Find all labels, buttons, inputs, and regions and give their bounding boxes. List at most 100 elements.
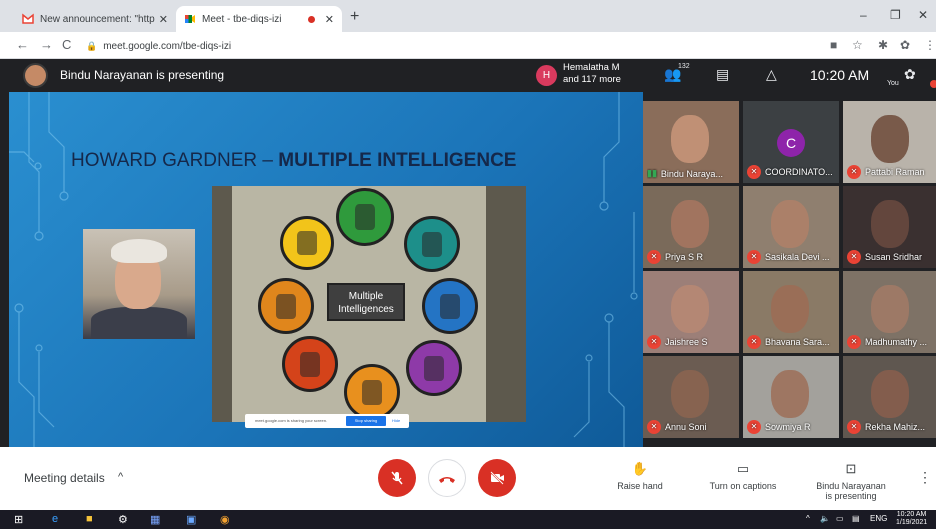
participant-tile[interactable]: ✕ Susan Sridhar xyxy=(843,186,936,268)
tab-close-icon[interactable]: ✕ xyxy=(159,13,168,26)
forward-button[interactable]: → xyxy=(40,37,53,52)
presenting-label-status: is presenting xyxy=(825,491,877,501)
photo-suit xyxy=(91,307,187,339)
captions-icon: ▭ xyxy=(736,461,750,476)
bookmark-star-icon[interactable]: ☆ xyxy=(852,38,863,52)
intelligences-diagram: Multiple Intelligences xyxy=(212,186,526,422)
extensions-icon[interactable]: ✱ xyxy=(878,38,888,52)
participant-tile[interactable]: ✕ Sasikala Devi ... xyxy=(743,186,839,268)
camera-indicator-icon[interactable]: ■ xyxy=(830,38,837,52)
participant-name: COORDINATO... xyxy=(765,167,833,177)
participant-tile[interactable]: ✕ Madhumathy ... xyxy=(843,271,936,353)
participant-name: Annu Soni xyxy=(665,422,707,432)
restore-button[interactable]: ❐ xyxy=(890,8,901,22)
gmail-icon xyxy=(22,13,34,24)
participant-tile[interactable]: ✕ Pattabi Raman xyxy=(843,101,936,183)
present-screen-icon: ⊡ xyxy=(845,461,857,476)
participant-video xyxy=(871,285,909,333)
reload-button[interactable]: C xyxy=(62,37,71,52)
participant-tile[interactable]: ✕ Jaishree S xyxy=(643,271,739,353)
volume-icon[interactable]: 🔈 xyxy=(820,514,830,523)
hide-banner-link[interactable]: Hide xyxy=(392,418,400,423)
tab-close-icon[interactable]: ✕ xyxy=(325,13,334,26)
participant-tile[interactable]: ✕ Bhavana Sara... xyxy=(743,271,839,353)
mic-off-icon xyxy=(391,471,403,485)
participant-tile[interactable]: ✕ Rekha Mahiz... xyxy=(843,356,936,438)
participant-count: 132 xyxy=(678,63,690,70)
slide-title: HOWARD GARDNER – MULTIPLE INTELLIGENCE xyxy=(71,150,516,172)
minimize-button[interactable]: – xyxy=(860,8,867,22)
lock-icon: 🔒 xyxy=(86,40,98,51)
participant-label: ✕ COORDINATO... xyxy=(747,165,839,179)
participant-label: ✕ Bhavana Sara... xyxy=(747,335,839,349)
tray-chevron-icon[interactable]: ^ xyxy=(806,514,810,523)
recording-indicator-icon xyxy=(307,15,315,23)
camera-off-button[interactable] xyxy=(478,459,516,497)
participant-video xyxy=(671,370,709,418)
notifications-icon[interactable]: ▤ xyxy=(852,514,860,523)
windows-taskbar: ⊞ e ■ ⚙ ▦ ▣ ◉ ^ 🔈 ▭ ▤ ENG 10:20 AM 1/19/… xyxy=(0,510,936,529)
browser-menu-icon[interactable]: ⋮ xyxy=(924,38,936,52)
mic-muted-icon: ✕ xyxy=(647,335,661,349)
windows-start-icon[interactable]: ⊞ xyxy=(14,513,23,526)
chevron-up-icon[interactable]: ^ xyxy=(118,471,123,483)
self-view-icon[interactable]: ✿ xyxy=(904,66,916,83)
multiple-intelligences-label: Multiple Intelligences xyxy=(327,283,405,321)
activities-icon[interactable]: △ xyxy=(766,66,777,83)
leave-call-button[interactable] xyxy=(428,459,466,497)
tab-classroom-announcement[interactable]: New announcement: "http://mee ✕ xyxy=(14,6,176,32)
badge-figure xyxy=(354,204,376,230)
participant-name: Sasikala Devi ... xyxy=(765,252,830,262)
participant-tile[interactable]: ▮▮ Bindu Naraya... xyxy=(643,101,739,183)
mic-muted-icon: ✕ xyxy=(747,250,761,264)
participant-tile[interactable]: ✕ Annu Soni xyxy=(643,356,739,438)
musical-badge xyxy=(406,340,462,396)
url-text: meet.google.com/tbe-diqs-izi xyxy=(103,40,232,52)
app-icon[interactable]: ▦ xyxy=(150,513,160,526)
participant-tile[interactable]: ✕ Priya S R xyxy=(643,186,739,268)
chrome-icon[interactable]: ◉ xyxy=(220,513,230,526)
url-field[interactable]: 🔒 meet.google.com/tbe-diqs-izi xyxy=(86,37,231,55)
participant-name: Sowmiya R xyxy=(765,422,811,432)
tab-meet[interactable]: Meet - tbe-diqs-izi ✕ xyxy=(176,6,342,32)
participant-label: ✕ Pattabi Raman xyxy=(847,165,936,179)
mic-muted-icon: ✕ xyxy=(747,420,761,434)
bodily-kinesthetic-badge xyxy=(336,188,394,246)
participant-tile[interactable]: ✕ Sowmiya R xyxy=(743,356,839,438)
more-options-button[interactable]: ⋮ xyxy=(918,469,932,486)
meeting-details-button[interactable]: Meeting details xyxy=(24,471,105,485)
profile-icon[interactable]: ✿ xyxy=(900,38,910,52)
participant-video xyxy=(671,115,709,163)
screen-share-banner: meet.google.com is sharing your screen. … xyxy=(245,414,409,428)
intelligences-diagram-inner: Multiple Intelligences xyxy=(232,186,486,422)
participant-name: Jaishree S xyxy=(665,337,708,347)
notification-dot xyxy=(930,80,936,88)
participant-label: ✕ Jaishree S xyxy=(647,335,739,349)
presenting-button[interactable]: ⊡ Bindu Narayanan is presenting xyxy=(806,461,896,501)
file-explorer-icon[interactable]: ■ xyxy=(86,513,93,525)
close-window-button[interactable]: ✕ xyxy=(918,8,928,22)
stop-sharing-button[interactable]: Stop sharing xyxy=(346,416,386,426)
system-clock[interactable]: 10:20 AM 1/19/2021 xyxy=(896,511,927,527)
microphone-off-button[interactable] xyxy=(378,459,416,497)
participant-name: Rekha Mahiz... xyxy=(865,422,926,432)
participant-video xyxy=(871,115,909,163)
mic-muted-icon: ✕ xyxy=(647,250,661,264)
chat-icon[interactable]: ▤ xyxy=(716,66,729,83)
new-tab-button[interactable]: + xyxy=(350,8,359,26)
input-language[interactable]: ENG xyxy=(870,514,887,523)
participant-name: Pattabi Raman xyxy=(865,167,925,177)
network-icon[interactable]: ▭ xyxy=(836,514,844,523)
meet-icon xyxy=(185,15,195,23)
captions-button[interactable]: ▭ Turn on captions xyxy=(700,461,786,491)
participant-summary-more: and 117 more xyxy=(563,74,621,85)
back-button[interactable]: ← xyxy=(16,37,29,52)
raise-hand-button[interactable]: ✋ Raise hand xyxy=(610,461,670,491)
participant-tile[interactable]: C ✕ COORDINATO... xyxy=(743,101,839,183)
mic-muted-icon: ✕ xyxy=(747,165,761,179)
app-icon[interactable]: ▣ xyxy=(186,513,196,526)
participant-name: Bhavana Sara... xyxy=(765,337,830,347)
edge-browser-icon[interactable]: e xyxy=(52,513,58,525)
settings-icon[interactable]: ⚙ xyxy=(118,513,128,526)
mic-muted-icon: ✕ xyxy=(847,250,861,264)
